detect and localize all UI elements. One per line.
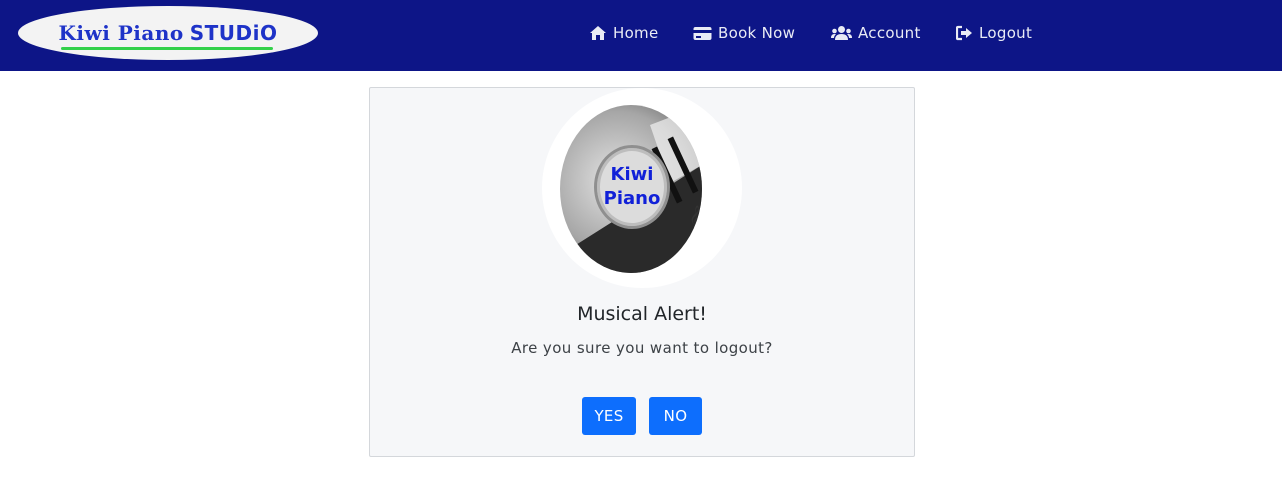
- nav-logout-link[interactable]: Logout: [956, 22, 1032, 44]
- avatar-frame: Kiwi Piano 𝄞: [542, 88, 742, 288]
- seal-word-piano: Piano: [603, 188, 661, 209]
- no-button[interactable]: NO: [649, 397, 702, 435]
- nav-home-link[interactable]: Home: [589, 22, 659, 44]
- treble-clef-icon: 𝄞: [689, 206, 702, 231]
- home-icon: [589, 25, 607, 41]
- brand-logo[interactable]: Kiwi Piano STUDiO: [18, 6, 318, 60]
- brand-wordmark: Kiwi Piano STUDiO: [58, 21, 278, 50]
- alert-message: Are you sure you want to logout?: [511, 339, 773, 357]
- brand-name: Kiwi Piano: [58, 21, 184, 45]
- seal-word-kiwi: Kiwi: [610, 164, 654, 185]
- kiwi-piano-seal: Kiwi Piano: [594, 145, 670, 229]
- users-icon: [831, 25, 852, 41]
- alert-title: Musical Alert!: [577, 303, 707, 325]
- top-navbar: Kiwi Piano STUDiO Home Book Now Account …: [0, 0, 1282, 71]
- sign-out-icon: [956, 25, 973, 41]
- nav-book-now-label: Book Now: [718, 24, 796, 42]
- logout-confirm-card: Kiwi Piano 𝄞 Musical Alert! Are you sure…: [369, 87, 915, 457]
- nav-home-label: Home: [613, 24, 659, 42]
- kiwi-piano-avatar: Kiwi Piano 𝄞: [560, 105, 702, 273]
- brand-underline: [60, 47, 274, 50]
- nav-logout-label: Logout: [979, 24, 1033, 42]
- nav-account-label: Account: [858, 24, 921, 42]
- credit-card-icon: [693, 26, 712, 41]
- yes-button[interactable]: YES: [582, 397, 636, 435]
- brand-studio: STUDiO: [189, 21, 278, 45]
- nav-account-link[interactable]: Account: [831, 22, 921, 44]
- nav-book-now-link[interactable]: Book Now: [693, 22, 795, 44]
